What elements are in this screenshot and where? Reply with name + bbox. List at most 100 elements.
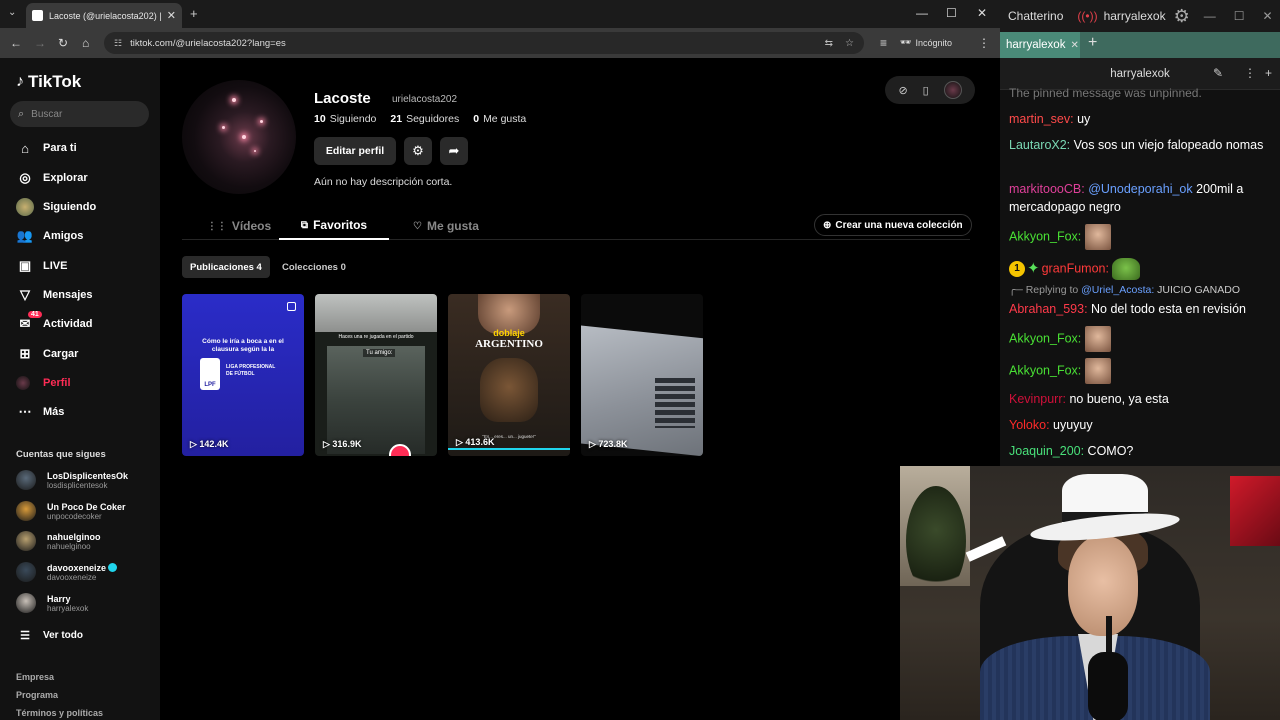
- followed-account[interactable]: davooxeneize davooxeneize: [16, 562, 118, 582]
- add-tab-icon[interactable]: +: [1088, 34, 1097, 52]
- following-stat[interactable]: 10 Siguiendo: [314, 113, 376, 125]
- sparkle-badge-icon: ✦: [1027, 260, 1040, 277]
- footer-terms-link[interactable]: Términos y políticas: [16, 708, 103, 718]
- video-thumbnail[interactable]: Cómo le iría a boca a en el clausura seg…: [182, 294, 304, 456]
- chat-username[interactable]: Akkyon_Fox:: [1009, 331, 1081, 345]
- sidebar-item-following[interactable]: Siguiendo: [16, 197, 96, 217]
- share-button[interactable]: ➦: [440, 137, 468, 165]
- tiktok-page: ♪ TikTok ⌕ Buscar ⌂ Para ti ◎ Explorar Sigui…: [0, 58, 1000, 720]
- sidebar-item-friends[interactable]: 👥 Amigos: [16, 226, 83, 246]
- back-icon[interactable]: ←: [10, 36, 22, 50]
- sidebar-item-label: Explorar: [43, 172, 88, 184]
- live-icon: ▣: [18, 258, 32, 273]
- sidebar-item-more[interactable]: ⋯ Más: [16, 402, 65, 422]
- tiktok-logo[interactable]: ♪ TikTok: [16, 72, 81, 92]
- followers-stat[interactable]: 21 Seguidores: [390, 113, 459, 125]
- followed-account[interactable]: Un Poco De Coker unpocodecoker: [16, 501, 126, 521]
- sidebar-item-activity[interactable]: ✉ 41 Actividad: [16, 311, 93, 334]
- chat-username[interactable]: granFumon:: [1042, 261, 1109, 275]
- video-thumbnail[interactable]: Haces una re jugada en el partido Tu ami…: [315, 294, 437, 456]
- followed-account[interactable]: LosDisplicentesOk losdisplicentesok: [16, 470, 128, 490]
- tab-search-icon[interactable]: ⌄: [8, 7, 16, 18]
- incognito-label: Incógnito: [915, 37, 952, 48]
- minimize-button[interactable]: —: [916, 6, 928, 20]
- bookmark-star-icon[interactable]: ☆: [845, 38, 854, 49]
- footer-company-link[interactable]: Empresa: [16, 672, 54, 682]
- profile-avatar[interactable]: [182, 80, 296, 194]
- reply-text: JUICIO GANADO: [1154, 284, 1241, 296]
- maximize-button[interactable]: ☐: [946, 6, 957, 20]
- chat-username[interactable]: markitoooCB:: [1009, 182, 1085, 196]
- tv-image: [1230, 476, 1280, 546]
- create-collection-button[interactable]: ⊕ Crear una nueva colección: [814, 214, 972, 236]
- account-handle: davooxeneize: [47, 572, 97, 582]
- chat-username[interactable]: Akkyon_Fox:: [1009, 363, 1081, 377]
- sidebar-item-profile[interactable]: Perfil: [16, 373, 71, 393]
- new-tab-button[interactable]: +: [190, 6, 198, 21]
- browser-tab[interactable]: Lacoste (@urielacosta202) | TikTok ✕: [26, 3, 182, 28]
- tab-close-icon[interactable]: ✕: [1070, 40, 1078, 51]
- browser-menu-icon[interactable]: ⋮: [978, 36, 990, 50]
- chat-tab[interactable]: harryalexok ✕: [1000, 32, 1080, 58]
- site-info-icon[interactable]: ☷: [114, 38, 122, 49]
- search-input[interactable]: ⌕ Buscar: [10, 101, 149, 127]
- home-icon[interactable]: ⌂: [82, 36, 89, 50]
- collections-chip[interactable]: Colecciones 0: [274, 256, 354, 278]
- translate-icon[interactable]: ⇆: [825, 38, 833, 49]
- address-bar[interactable]: ☷ tiktok.com/@urielacosta202?lang=es ⇆ ☆: [104, 32, 864, 54]
- chat-username[interactable]: martin_sev:: [1009, 112, 1074, 126]
- chat-username[interactable]: Yoloko:: [1009, 418, 1050, 432]
- chat-minimize-button[interactable]: —: [1204, 9, 1216, 23]
- video-title-2: ARGENTINO: [475, 338, 543, 350]
- tab-videos[interactable]: ⋮⋮ Vídeos: [204, 212, 274, 240]
- sidebar-item-messages[interactable]: ▽ Mensajes: [16, 285, 93, 305]
- close-window-button[interactable]: ✕: [977, 6, 987, 20]
- chat-text: uyuyuy: [1049, 418, 1093, 432]
- edit-profile-button[interactable]: Editar perfil: [314, 137, 396, 165]
- settings-button[interactable]: ⚙: [404, 137, 432, 165]
- chat-close-button[interactable]: ✕: [1263, 9, 1273, 23]
- posts-chip[interactable]: Publicaciones 4: [182, 256, 270, 278]
- sidebar-item-compass[interactable]: ◎ Explorar: [16, 168, 88, 188]
- video-title: doblaje: [493, 328, 525, 338]
- chat-username[interactable]: Joaquin_200:: [1009, 444, 1084, 458]
- chat-mention[interactable]: @Unodeporahi_ok: [1085, 182, 1192, 196]
- chat-username[interactable]: Abrahan_593:: [1009, 302, 1088, 316]
- sidebar-item-upload[interactable]: ⊞ Cargar: [16, 344, 79, 364]
- tab-favorites[interactable]: ⧉ Favoritos: [279, 212, 389, 240]
- forward-icon[interactable]: →: [34, 36, 46, 50]
- chat-username[interactable]: Kevinpurr:: [1009, 392, 1066, 406]
- sidebar-item-home[interactable]: ⌂ Para ti: [16, 138, 77, 158]
- followed-account[interactable]: Harry harryalexok: [16, 593, 88, 613]
- tab-likes[interactable]: ♡ Me gusta: [410, 212, 482, 240]
- see-all-link[interactable]: ☰ Ver todo: [16, 625, 83, 645]
- chat-username[interactable]: Akkyon_Fox:: [1009, 229, 1081, 243]
- followed-account-text: nahuelginoo nahuelginoo: [47, 532, 101, 551]
- chat-message: 1 ✦ granFumon:: [1009, 258, 1275, 280]
- pencil-icon[interactable]: ✎: [1213, 66, 1223, 80]
- compass-icon[interactable]: ⊘: [898, 84, 907, 97]
- footer-program-link[interactable]: Programa: [16, 690, 58, 700]
- video-views: ▷ 316.9K: [323, 439, 362, 449]
- chat-add-icon[interactable]: +: [1265, 66, 1272, 80]
- reply-user[interactable]: @Uriel_Acosta:: [1081, 284, 1154, 296]
- see-all-label: Ver todo: [43, 629, 84, 641]
- followed-account[interactable]: nahuelginoo nahuelginoo: [16, 531, 101, 551]
- video-thumbnail[interactable]: ▷ 723.8K: [581, 294, 703, 456]
- account-handle: harryalexok: [47, 603, 89, 613]
- url-text: tiktok.com/@urielacosta202?lang=es: [130, 37, 286, 49]
- settings-gear-icon[interactable]: ⚙: [1174, 6, 1190, 27]
- incognito-indicator[interactable]: 🕶 Incógnito: [900, 37, 952, 48]
- user-avatar[interactable]: [943, 81, 962, 99]
- video-views: ▷ 723.8K: [589, 439, 628, 449]
- sidebar-item-live[interactable]: ▣ LIVE: [16, 256, 68, 276]
- reading-list-icon[interactable]: ≡: [880, 36, 887, 50]
- tab-close-icon[interactable]: ✕: [167, 9, 176, 22]
- reload-icon[interactable]: ↻: [58, 36, 68, 50]
- video-thumbnail[interactable]: doblaje ARGENTINO "Es... eres... un... j…: [448, 294, 570, 456]
- chat-menu-icon[interactable]: ⋮: [1244, 66, 1256, 80]
- sidebar-item-label: Perfil: [43, 377, 71, 389]
- chat-maximize-button[interactable]: ☐: [1234, 9, 1245, 23]
- chat-username[interactable]: LautaroX2:: [1009, 138, 1070, 152]
- device-icon[interactable]: ▯: [923, 84, 929, 97]
